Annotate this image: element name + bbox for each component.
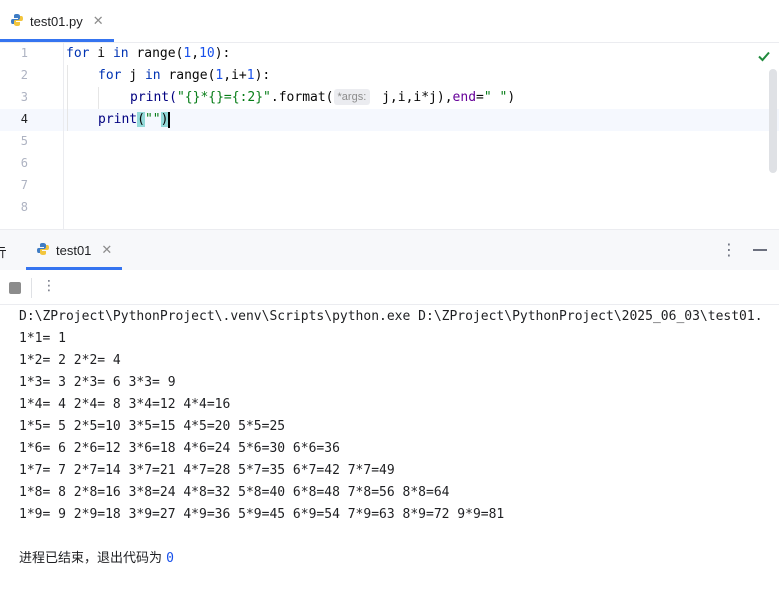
toolbar-more-icon[interactable]: ⋮	[42, 277, 56, 294]
console-output-line: 1*8= 8 2*8=16 3*8=24 4*8=32 5*8=40 6*8=4…	[19, 485, 450, 500]
run-toolbar: ⋮	[0, 270, 779, 305]
editor-tab-bar: test01.py ✕	[0, 0, 779, 43]
keyword: in	[144, 68, 161, 83]
run-tab-label: test01	[56, 242, 92, 258]
stop-icon[interactable]	[9, 282, 21, 294]
code-text: i	[89, 46, 113, 61]
indent-guide	[67, 65, 68, 131]
code-line-2: for j in range(1,i+1):	[98, 65, 270, 87]
line-number-current: 4	[20, 112, 28, 126]
python-file-icon	[36, 241, 50, 260]
code-text: range(	[160, 68, 216, 83]
code-text: j,i,i*j),	[374, 90, 453, 105]
minimize-icon[interactable]	[753, 249, 767, 251]
code-text: .format(	[270, 90, 334, 105]
code-text: j	[121, 68, 145, 83]
code-text: ):	[254, 68, 271, 83]
keyword-argument: end	[452, 90, 477, 105]
editor-tab-test01-py[interactable]: test01.py ✕	[0, 0, 114, 42]
string-literal: " "	[483, 90, 508, 105]
line-number: 5	[20, 134, 28, 148]
builtin-print: print	[98, 112, 138, 127]
code-text: range(	[128, 46, 184, 61]
code-text: ,	[191, 46, 200, 61]
run-tab-test01[interactable]: test01 ✕	[26, 230, 123, 270]
code-text: )	[507, 90, 516, 105]
active-tab-indicator	[0, 39, 114, 42]
exit-code: 0	[166, 551, 174, 566]
code-line-3: print("{}*{}={:2}".format(*args: j,i,i*j…	[130, 87, 515, 109]
line-number: 7	[20, 178, 28, 192]
line-number: 8	[20, 200, 28, 214]
toolbar-divider	[31, 278, 32, 298]
line-number: 3	[20, 90, 28, 104]
console-output-line: 1*7= 7 2*7=14 3*7=21 4*7=28 5*7=35 6*7=4…	[19, 463, 395, 478]
console-output-line: 1*1= 1	[19, 331, 66, 346]
line-number: 6	[20, 156, 28, 170]
line-number-gutter: 1 2 3 4 5 6 7 8	[0, 43, 64, 229]
check-icon[interactable]	[757, 48, 771, 67]
console-output[interactable]: D:\ZProject\PythonProject\.venv\Scripts\…	[0, 305, 779, 589]
console-output-line: 1*2= 2 2*2= 4	[19, 353, 121, 368]
code-text: ):	[214, 46, 231, 61]
code-line-1: for i in range(1,10):	[66, 43, 230, 65]
indent-guide	[98, 87, 99, 109]
builtin-print: print(	[130, 90, 177, 105]
keyword: for	[98, 68, 122, 83]
code-editor[interactable]: 1 2 3 4 5 6 7 8 for i in range(1,10): fo…	[0, 43, 779, 229]
current-line-highlight	[64, 109, 779, 131]
run-window-title: 亓	[0, 245, 8, 260]
close-icon[interactable]: ✕	[93, 13, 104, 29]
exit-message: 进程已结束，退出代码为	[19, 551, 167, 566]
python-file-icon	[10, 12, 24, 31]
code-line-4: print("")	[98, 109, 171, 131]
process-exit-line: 进程已结束，退出代码为 0	[19, 548, 174, 570]
number-literal: 1	[246, 68, 255, 83]
text-caret	[168, 111, 171, 128]
code-text: =	[476, 90, 484, 105]
string-literal: ""	[144, 112, 161, 127]
string-literal: "{}*{}={:2}"	[176, 90, 271, 105]
parameter-hint: *args:	[333, 89, 371, 105]
number-literal: 10	[199, 46, 215, 61]
editor-scrollbar[interactable]	[769, 69, 777, 173]
more-options-icon[interactable]: ⋮	[721, 240, 737, 260]
editor-tab-label: test01.py	[30, 13, 83, 29]
keyword: for	[66, 46, 90, 61]
console-output-line: 1*4= 4 2*4= 8 3*4=12 4*4=16	[19, 397, 231, 412]
matched-paren: )	[160, 112, 169, 127]
line-number: 1	[20, 46, 28, 60]
console-output-line: 1*9= 9 2*9=18 3*9=27 4*9=36 5*9=45 6*9=5…	[19, 507, 505, 522]
console-output-line: 1*6= 6 2*6=12 3*6=18 4*6=24 5*6=30 6*6=3…	[19, 441, 340, 456]
console-output-line: 1*3= 3 2*3= 6 3*3= 9	[19, 375, 176, 390]
code-text: ,i+	[223, 68, 247, 83]
console-command-line: D:\ZProject\PythonProject\.venv\Scripts\…	[19, 309, 763, 324]
keyword: in	[112, 46, 129, 61]
console-output-line: 1*5= 5 2*5=10 3*5=15 4*5=20 5*5=25	[19, 419, 286, 434]
matched-paren: (	[137, 112, 145, 127]
run-tool-window-header: 亓 test01 ✕ ⋮	[0, 229, 779, 270]
line-number: 2	[20, 68, 28, 82]
close-icon[interactable]: ✕	[101, 242, 112, 258]
